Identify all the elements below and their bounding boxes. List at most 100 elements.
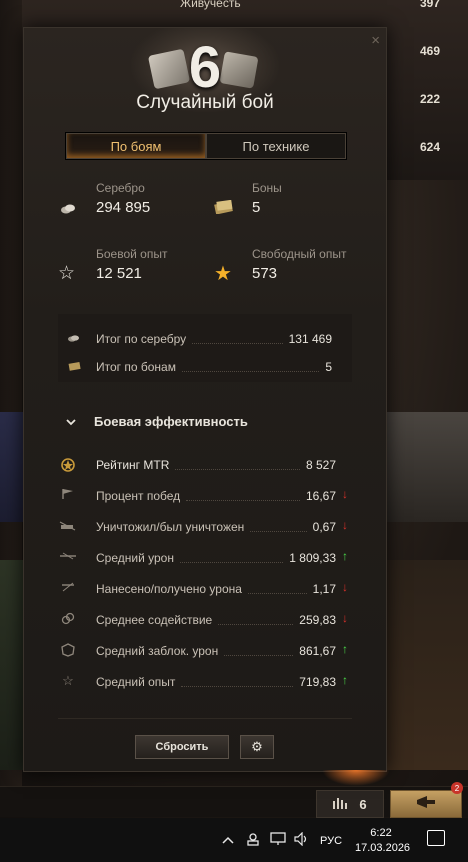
damage-icon xyxy=(58,550,78,565)
reset-button[interactable]: Сбросить xyxy=(135,735,229,759)
eff-value: 16,67 xyxy=(305,489,336,503)
gear-icon: ⚙ xyxy=(251,739,263,754)
free-xp-value: 573 xyxy=(252,265,278,282)
language-indicator[interactable]: РУС xyxy=(320,835,342,847)
eff-row: Среднее содействие 259,83 xyxy=(96,613,336,627)
efficiency-title: Боевая эффективность xyxy=(94,414,248,429)
eff-label: Уничтожил/был уничтожен xyxy=(96,520,245,534)
eff-value: 861,67 xyxy=(299,644,336,658)
eff-value: 259,83 xyxy=(299,613,336,627)
tab-by-battles[interactable]: По боям xyxy=(66,133,206,159)
trend-up-icon: ↑ xyxy=(342,642,348,656)
trend-down-icon: ↓ xyxy=(342,611,348,625)
bar-chart-icon xyxy=(333,797,348,812)
background-tank-list xyxy=(0,560,24,770)
dotted-leader xyxy=(186,492,300,501)
battle-xp-value: 12 521 xyxy=(96,265,142,282)
silver-value: 294 895 xyxy=(96,199,151,216)
bg-stat-value: 222 xyxy=(419,92,440,106)
star-gold-icon: ★ xyxy=(214,263,232,285)
dialog-title: Случайный бой xyxy=(136,92,274,113)
bg-stat-value: 397 xyxy=(419,0,440,10)
battle-stats-dialog: × 6 Случайный бой По боям По технике Сер… xyxy=(23,27,387,772)
settings-button[interactable]: ⚙ xyxy=(240,735,274,759)
eff-value: 1 809,33 xyxy=(289,551,336,565)
battle-xp-metric: Боевой опыт 12 521 xyxy=(96,247,167,282)
silver-label: Серебро xyxy=(96,181,145,195)
dotted-leader xyxy=(179,554,284,563)
eff-label: Нанесено/получено урона xyxy=(96,582,242,596)
trend-down-icon: ↓ xyxy=(342,518,348,532)
bonds-icon xyxy=(214,199,234,218)
background-card-right xyxy=(386,412,468,522)
eff-row: Уничтожил/был уничтожен 0,67 xyxy=(96,520,336,534)
clock-time: 6:22 xyxy=(370,827,392,839)
dotted-leader xyxy=(181,678,294,687)
megaphone-icon xyxy=(415,795,437,814)
bonds-label: Боны xyxy=(252,181,282,195)
trend-down-icon: ↓ xyxy=(342,580,348,594)
dotted-leader xyxy=(192,335,283,344)
session-stats-count: 6 xyxy=(359,796,367,812)
eff-row: Рейтинг MTR 8 527 xyxy=(96,458,336,472)
notification-center-icon[interactable] xyxy=(427,830,445,846)
eff-row: Средний урон 1 809,33 xyxy=(96,551,336,565)
meet-now-icon[interactable] xyxy=(246,832,260,849)
dotted-leader xyxy=(175,461,300,470)
dotted-leader xyxy=(181,363,320,372)
battle-count: 6 xyxy=(188,35,222,100)
xp-star-icon: ☆ xyxy=(62,673,74,688)
eff-row: Процент побед 16,67 xyxy=(96,489,336,503)
efficiency-section-toggle[interactable]: Боевая эффективность xyxy=(66,414,248,429)
tab-by-vehicles[interactable]: По технике xyxy=(206,133,346,159)
volume-icon[interactable] xyxy=(294,831,310,849)
eff-value: 8 527 xyxy=(305,458,336,472)
eff-label: Рейтинг MTR xyxy=(96,458,170,472)
eff-value: 1,17 xyxy=(312,582,336,596)
bg-stat-value: 624 xyxy=(419,140,440,154)
eff-value: 0,67 xyxy=(312,520,336,534)
rating-emblem-icon xyxy=(58,456,78,477)
eff-row: Нанесено/получено урона 1,17 xyxy=(96,582,336,596)
silver-icon xyxy=(60,202,76,219)
total-silver-row: Итог по серебру 131 469 xyxy=(68,332,332,346)
notifications-button[interactable] xyxy=(390,790,462,818)
bonds-metric: Боны 5 xyxy=(252,181,282,216)
chevron-down-icon xyxy=(66,415,76,429)
destroyed-icon xyxy=(58,520,78,534)
clock-date: 17.03.2026 xyxy=(355,842,411,854)
flag-icon xyxy=(58,488,78,503)
chevron-up-icon[interactable] xyxy=(222,832,234,847)
assist-icon xyxy=(58,612,78,629)
divider xyxy=(58,718,352,719)
trend-down-icon: ↓ xyxy=(342,487,348,501)
session-stats-button[interactable]: 6 xyxy=(316,790,384,818)
star-outline-icon: ☆ xyxy=(58,263,76,284)
damage-ratio-icon xyxy=(58,581,78,596)
background-image-right xyxy=(386,560,468,770)
network-icon[interactable] xyxy=(270,832,286,849)
bonds-value: 5 xyxy=(252,199,261,216)
eff-label: Средний опыт xyxy=(96,675,176,689)
total-bonds-value: 5 xyxy=(325,360,332,374)
system-clock[interactable]: 6:22 17.03.2026 xyxy=(355,826,411,856)
view-tabs: По боям По технике xyxy=(65,132,347,160)
bonds-icon xyxy=(64,360,84,374)
trend-up-icon: ↑ xyxy=(342,549,348,563)
bg-stat-value: 469 xyxy=(419,44,440,58)
dotted-leader xyxy=(224,647,294,656)
dotted-leader xyxy=(250,523,307,532)
silver-metric: Серебро 294 895 xyxy=(96,181,150,216)
eff-label: Средний заблок. урон xyxy=(96,644,219,658)
total-silver-value: 131 469 xyxy=(288,332,332,346)
notification-badge: 2 xyxy=(451,782,463,794)
dotted-leader xyxy=(247,585,307,594)
bg-stat-label: Живучесть xyxy=(180,0,241,10)
eff-row: Средний заблок. урон 861,67 xyxy=(96,644,336,658)
silver-icon xyxy=(64,332,84,346)
blocked-icon xyxy=(58,643,78,660)
eff-label: Средний урон xyxy=(96,551,174,565)
total-silver-label: Итог по серебру xyxy=(96,332,187,346)
free-xp-metric: Свободный опыт 573 xyxy=(252,247,346,282)
dialog-anchor-glow xyxy=(322,770,390,786)
